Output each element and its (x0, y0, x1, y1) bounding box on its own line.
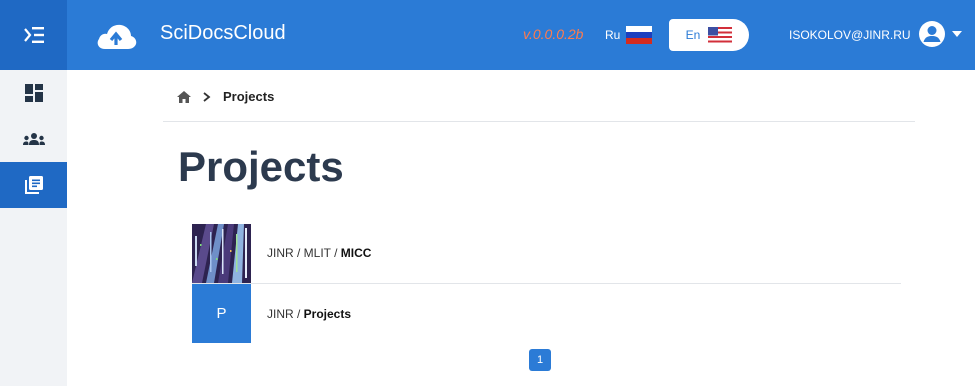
pagination-page-1[interactable]: 1 (529, 349, 551, 371)
project-row-micc[interactable]: JINR / MLIT / MICC (192, 223, 901, 283)
lang-en-button[interactable]: En (669, 19, 749, 51)
project-path: JINR / MLIT / MICC (267, 246, 371, 260)
cloud-upload-icon[interactable] (95, 21, 137, 51)
divider (163, 121, 915, 122)
lang-en-label: En (685, 28, 701, 42)
menu-toggle-button[interactable] (0, 0, 67, 70)
lang-ru-label: Ru (605, 28, 621, 42)
project-path-prefix: JINR / (267, 306, 304, 321)
project-path: JINR / Projects (267, 307, 351, 321)
lang-ru-button[interactable]: Ru (605, 22, 653, 48)
app-title[interactable]: SciDocsCloud (160, 22, 286, 45)
version-label: v.0.0.0.2b (523, 26, 584, 42)
project-list: JINR / MLIT / MICC P JINR / Projects (192, 223, 901, 343)
breadcrumb-current: Projects (223, 89, 275, 104)
caret-down-icon (952, 31, 962, 37)
project-thumbnail-letter: P (192, 284, 251, 343)
top-bar: SciDocsCloud v.0.0.0.2b Ru En ISOKOLOV@J… (0, 0, 975, 70)
users-icon (22, 133, 45, 145)
usa-flag-icon (708, 27, 733, 43)
project-name[interactable]: Projects (304, 307, 351, 321)
breadcrumb: Projects (177, 89, 274, 104)
page-title: Projects (178, 143, 344, 190)
project-thumbnail (192, 223, 251, 283)
documents-icon (24, 176, 43, 194)
user-circle-icon (919, 21, 945, 47)
project-row-projects[interactable]: P JINR / Projects (192, 283, 901, 343)
user-menu-button[interactable] (918, 20, 962, 48)
sidebar-item-projects[interactable] (0, 162, 67, 208)
russia-flag-icon (626, 26, 653, 44)
home-icon[interactable] (177, 90, 191, 103)
project-name[interactable]: MICC (341, 246, 372, 260)
sidebar-item-groups[interactable] (0, 116, 67, 162)
dashboard-icon (24, 84, 43, 102)
indent-menu-icon (23, 27, 44, 43)
user-email[interactable]: ISOKOLOV@JINR.RU (789, 28, 911, 42)
project-path-prefix: JINR / MLIT / (267, 246, 341, 260)
chevron-right-icon (203, 91, 211, 102)
sidebar (0, 70, 67, 386)
sidebar-item-dashboard[interactable] (0, 70, 67, 116)
